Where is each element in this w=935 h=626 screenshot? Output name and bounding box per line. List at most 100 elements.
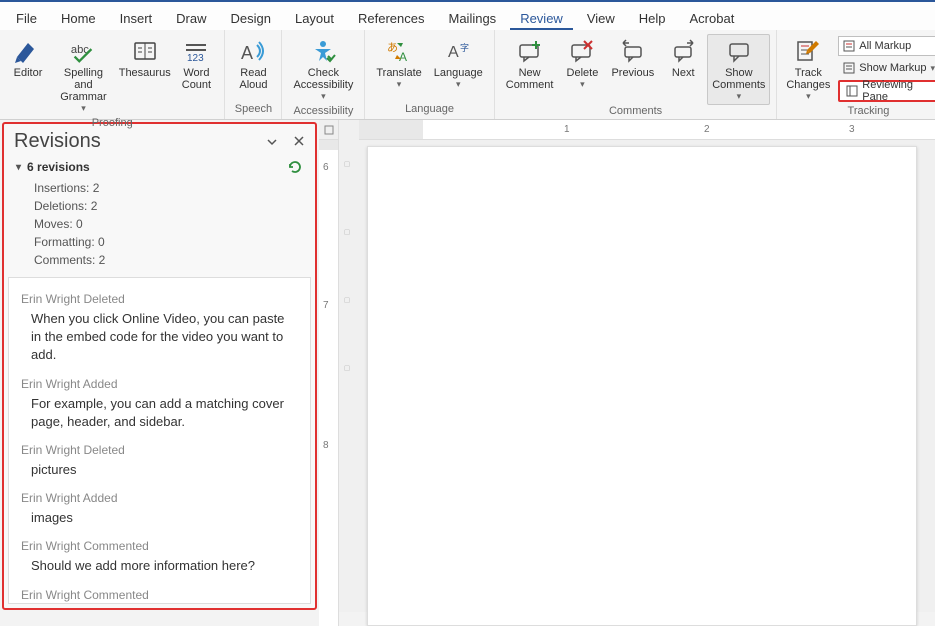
tab-view[interactable]: View [577, 5, 625, 30]
summary-collapse-icon[interactable]: ▾ [16, 162, 21, 173]
thesaurus-button[interactable]: Thesaurus [117, 34, 172, 82]
chevron-down-icon: ▾ [580, 79, 585, 90]
revision-content: images [21, 509, 298, 527]
document-area: 1 2 3 6 7 8 ▢▢▢▢ [319, 120, 935, 612]
group-speech-label: Speech [235, 103, 272, 117]
svg-text:あ: あ [387, 41, 398, 54]
chevron-down-icon: ▾ [321, 91, 326, 102]
tab-home[interactable]: Home [51, 5, 106, 30]
revision-item[interactable]: Erin Wright Added For example, you can a… [21, 377, 298, 431]
show-markup-button[interactable]: Show Markup ▾ [838, 58, 935, 78]
spelling-label: Spelling and Grammar [57, 67, 110, 103]
spelling-button[interactable]: abc Spelling and Grammar ▾ [52, 34, 115, 117]
document-page[interactable] [367, 146, 917, 626]
revisions-stats: Insertions: 2 Deletions: 2 Moves: 0 Form… [16, 179, 303, 269]
revisions-list[interactable]: Erin Wright Deleted When you click Onlin… [8, 277, 311, 604]
spelling-icon: abc [69, 37, 97, 65]
check-accessibility-button[interactable]: Check Accessibility ▾ [288, 34, 358, 105]
revision-item[interactable]: Erin Wright Deleted pictures [21, 443, 298, 479]
ruler-tick: 6 [323, 162, 329, 173]
translate-button[interactable]: あA Translate ▾ [371, 34, 426, 93]
wordcount-label: Word Count [182, 67, 211, 91]
revision-item[interactable]: Erin Wright Commented Should we add more… [21, 539, 298, 575]
reviewing-pane-button[interactable]: Reviewing Pane ▾ [838, 80, 935, 102]
thesaurus-icon [131, 37, 159, 65]
markup-icon [843, 40, 855, 52]
next-comment-icon [669, 37, 697, 65]
ribbon-tabs: File Home Insert Draw Design Layout Refe… [0, 0, 935, 30]
thesaurus-label: Thesaurus [119, 67, 171, 79]
stat-formatting: Formatting: 0 [16, 233, 303, 251]
wordcount-button[interactable]: 123 Word Count [174, 34, 218, 94]
check-accessibility-label: Check Accessibility [293, 67, 353, 91]
translate-label: Translate [376, 67, 421, 79]
chevron-down-icon: ▾ [397, 79, 402, 90]
track-changes-label: Track Changes [786, 67, 830, 91]
tab-layout[interactable]: Layout [285, 5, 344, 30]
track-changes-icon [794, 37, 822, 65]
previous-comment-button[interactable]: Previous [606, 34, 659, 82]
revision-author-action: Erin Wright Commented [21, 588, 298, 602]
display-for-review-value: All Markup [859, 40, 911, 52]
show-markup-label: Show Markup [859, 62, 926, 74]
tab-help[interactable]: Help [629, 5, 676, 30]
wordcount-icon: 123 [182, 37, 210, 65]
horizontal-ruler[interactable]: 1 2 3 [359, 120, 935, 140]
language-label: Language [434, 67, 483, 79]
tab-acrobat[interactable]: Acrobat [680, 5, 745, 30]
svg-text:123: 123 [187, 53, 204, 63]
revision-author-action: Erin Wright Deleted [21, 443, 298, 457]
read-aloud-button[interactable]: A Read Aloud [231, 34, 275, 94]
page-scroll[interactable] [355, 140, 935, 626]
revision-content: When you click Online Video, you can pas… [21, 310, 298, 365]
vertical-ruler[interactable]: 6 7 8 [319, 140, 339, 626]
chevron-down-icon: ▾ [931, 63, 935, 74]
read-aloud-icon: A [239, 37, 267, 65]
revisions-close-icon[interactable] [293, 135, 305, 149]
tab-design[interactable]: Design [221, 5, 281, 30]
svg-text:A: A [448, 44, 459, 61]
reviewing-pane-label: Reviewing Pane [862, 79, 930, 103]
revision-item[interactable]: Erin Wright Commented I will do some res… [21, 588, 298, 605]
revision-item[interactable]: Erin Wright Added images [21, 491, 298, 527]
refresh-icon[interactable] [287, 159, 303, 175]
svg-text:A: A [241, 43, 253, 63]
next-comment-button[interactable]: Next [661, 34, 705, 82]
group-tracking-label: Tracking [848, 105, 890, 119]
group-language-label: Language [405, 103, 454, 117]
display-for-review-select[interactable]: All Markup ▾ [838, 36, 935, 56]
new-comment-label: New Comment [506, 67, 554, 91]
tab-draw[interactable]: Draw [166, 5, 216, 30]
revision-content: Should we add more information here? [21, 557, 298, 575]
language-button[interactable]: A字 Language ▾ [429, 34, 488, 93]
revisions-dropdown-icon[interactable] [265, 135, 279, 149]
accessibility-icon [309, 37, 337, 65]
editor-button[interactable]: Editor [6, 34, 50, 82]
revision-author-action: Erin Wright Added [21, 377, 298, 391]
show-comments-label: Show Comments [712, 67, 765, 91]
ruler-tick: 1 [564, 124, 570, 135]
chevron-down-icon: ▾ [806, 91, 811, 102]
stat-insertions: Insertions: 2 [16, 179, 303, 197]
tab-references[interactable]: References [348, 5, 434, 30]
editor-label: Editor [14, 67, 43, 79]
ruler-corner[interactable] [319, 120, 339, 140]
tab-review[interactable]: Review [510, 5, 573, 30]
ruler-tick: 7 [323, 300, 329, 311]
tab-insert[interactable]: Insert [110, 5, 163, 30]
group-comments-label: Comments [609, 105, 662, 119]
track-changes-button[interactable]: Track Changes ▾ [783, 34, 833, 105]
previous-comment-label: Previous [611, 67, 654, 79]
svg-text:字: 字 [460, 42, 469, 53]
new-comment-button[interactable]: New Comment [501, 34, 559, 94]
revision-item[interactable]: Erin Wright Deleted When you click Onlin… [21, 292, 298, 365]
delete-comment-button[interactable]: Delete ▾ [560, 34, 604, 93]
show-comments-button[interactable]: Show Comments ▾ [707, 34, 770, 105]
tab-mailings[interactable]: Mailings [439, 5, 507, 30]
group-speech: A Read Aloud Speech [225, 30, 282, 119]
stat-deletions: Deletions: 2 [16, 197, 303, 215]
chevron-down-icon: ▾ [456, 79, 461, 90]
new-comment-icon [516, 37, 544, 65]
tab-file[interactable]: File [6, 5, 47, 30]
revision-content: For example, you can add a matching cove… [21, 395, 298, 431]
